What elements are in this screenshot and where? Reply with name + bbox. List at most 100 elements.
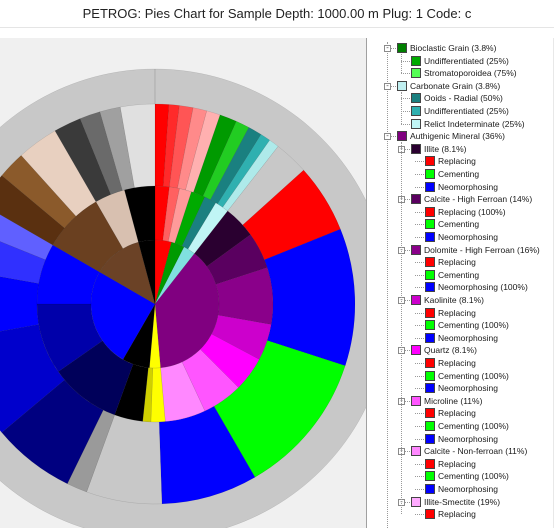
title-bar: PETROG: Pies Chart for Sample Depth: 100… xyxy=(0,0,554,28)
legend-item[interactable]: Illite (8.1%) xyxy=(411,143,467,155)
legend-label: Cementing (100%) xyxy=(438,471,509,482)
tree-connector xyxy=(401,98,410,100)
legend-label: Calcite - High Ferroan (14%) xyxy=(424,194,533,205)
legend-item[interactable]: Stromatoporoidea (75%) xyxy=(411,67,517,79)
legend-item[interactable]: Neomorphosing xyxy=(425,382,498,394)
legend-item[interactable]: Neomorphosing xyxy=(425,433,498,445)
legend-item[interactable]: Neomorphosing xyxy=(425,483,498,495)
legend-label: Replacing xyxy=(438,156,476,167)
legend-item[interactable]: Cementing xyxy=(425,168,479,180)
legend-item[interactable]: Cementing xyxy=(425,218,479,230)
legend-swatch xyxy=(425,408,435,419)
legend-item[interactable]: Cementing (100%) xyxy=(425,420,509,432)
tree-connector xyxy=(415,211,424,213)
tree-connector xyxy=(401,142,402,515)
legend-swatch xyxy=(425,358,435,368)
legend-swatch xyxy=(425,383,435,394)
legend-label: Cementing (100%) xyxy=(438,421,509,431)
legend-label: Cementing (100%) xyxy=(438,320,509,331)
legend-label: Neomorphosing xyxy=(438,383,499,394)
legend-item[interactable]: Neomorphosing xyxy=(425,231,498,243)
legend-label: Kaolinite (8.1%) xyxy=(424,295,485,305)
legend-item[interactable]: Replacing xyxy=(425,307,476,319)
legend-label: Replacing xyxy=(438,307,476,318)
legend-swatch xyxy=(411,446,421,457)
legend-swatch xyxy=(425,169,435,179)
legend-item[interactable]: Undifferentiated (25%) xyxy=(411,55,509,67)
tree-connector xyxy=(415,438,424,440)
tree-connector xyxy=(415,262,424,264)
legend-item[interactable]: Authigenic Mineral (36%) xyxy=(397,130,505,142)
legend-swatch xyxy=(411,143,421,154)
legend-swatch xyxy=(411,244,421,255)
legend-swatch xyxy=(411,93,421,104)
legend-item[interactable]: Illite-Smectite (19%) xyxy=(411,496,500,508)
legend-item[interactable]: Replacing xyxy=(425,407,476,419)
legend-item[interactable]: Cementing xyxy=(425,269,479,281)
legend-item[interactable]: Ooids - Radial (50%) xyxy=(411,92,503,104)
legend-label: Carbonate Grain (3.8%) xyxy=(410,80,501,91)
legend-swatch xyxy=(425,370,435,381)
legend-swatch xyxy=(411,68,421,79)
legend-label: Relict Indeterminate (25%) xyxy=(424,118,525,129)
legend-swatch xyxy=(425,219,435,230)
legend-item[interactable]: Microline (11%) xyxy=(411,395,482,407)
legend-item[interactable]: Neomorphosing xyxy=(425,332,498,344)
tree-connector xyxy=(401,111,410,112)
legend-label: Cementing xyxy=(438,169,480,179)
tree-connector xyxy=(401,54,402,74)
legend-swatch xyxy=(411,118,421,129)
tree-connector xyxy=(401,91,402,124)
tree-connector xyxy=(415,237,424,238)
legend-swatch xyxy=(411,496,421,507)
legend-item[interactable]: Undifferentiated (25%) xyxy=(411,105,509,117)
legend-label: Quartz (8.1%) xyxy=(424,345,477,356)
legend-item[interactable]: Replacing (100%) xyxy=(425,206,506,218)
legend-swatch xyxy=(411,55,421,66)
legend-item[interactable]: Replacing xyxy=(425,256,476,268)
legend-item[interactable]: Calcite - High Ferroan (14%) xyxy=(411,193,532,205)
legend-item[interactable]: Cementing (100%) xyxy=(425,470,509,482)
legend-swatch xyxy=(397,131,407,142)
legend-label: Calcite - Non-ferroan (11%) xyxy=(424,446,528,457)
legend-label: Replacing xyxy=(438,358,476,368)
collapse-toggle-icon[interactable]: - xyxy=(384,45,391,52)
legend-label: Cementing xyxy=(438,219,480,230)
collapse-toggle-icon[interactable]: - xyxy=(384,133,391,141)
legend-item[interactable]: Relict Indeterminate (25%) xyxy=(411,118,525,130)
tree-connector xyxy=(415,514,424,516)
legend-item[interactable]: Quartz (8.1%) xyxy=(411,344,477,356)
nested-pie-chart[interactable] xyxy=(0,38,366,528)
legend-item[interactable]: Cementing (100%) xyxy=(425,370,509,382)
legend-label: Ooids - Radial (50%) xyxy=(424,93,503,104)
pie-chart-area[interactable] xyxy=(0,38,366,528)
tree-connector xyxy=(415,375,424,377)
legend-item[interactable]: Cementing (100%) xyxy=(425,319,509,331)
legend-item[interactable]: Replacing xyxy=(425,508,476,520)
legend-item[interactable]: Neomorphosing xyxy=(425,181,498,193)
tree-connector xyxy=(401,123,410,125)
tree-connector xyxy=(401,73,410,75)
tree-connector xyxy=(415,476,424,478)
legend-item[interactable]: Replacing xyxy=(425,155,476,167)
legend-label: Replacing (100%) xyxy=(438,206,506,217)
legend-label: Authigenic Mineral (36%) xyxy=(410,131,505,142)
legend-label: Neomorphosing (100%) xyxy=(438,282,528,293)
tree-connector xyxy=(415,174,424,175)
legend-swatch xyxy=(425,471,435,482)
tree-connector xyxy=(401,60,410,62)
legend-swatch xyxy=(425,307,435,318)
legend-item[interactable]: Carbonate Grain (3.8%) xyxy=(397,80,500,92)
legend-item[interactable]: Neomorphosing (100%) xyxy=(425,281,528,293)
legend-item[interactable]: Kaolinite (8.1%) xyxy=(411,294,484,306)
legend-item[interactable]: Bioclastic Grain (3.8%) xyxy=(397,42,496,54)
legend-item[interactable]: Dolomite - High Ferroan (16%) xyxy=(411,244,540,256)
legend-item[interactable]: Replacing xyxy=(425,458,476,470)
legend-item[interactable]: Calcite - Non-ferroan (11%) xyxy=(411,445,527,457)
legend-label: Replacing xyxy=(438,408,476,419)
legend-tree[interactable]: Bioclastic Grain (3.8%) - Undifferentiated… xyxy=(366,38,554,528)
collapse-toggle-icon[interactable]: - xyxy=(384,82,391,90)
legend-item[interactable]: Replacing xyxy=(425,357,476,369)
legend-swatch xyxy=(425,484,435,494)
legend-label: Bioclastic Grain (3.8%) xyxy=(410,43,497,53)
